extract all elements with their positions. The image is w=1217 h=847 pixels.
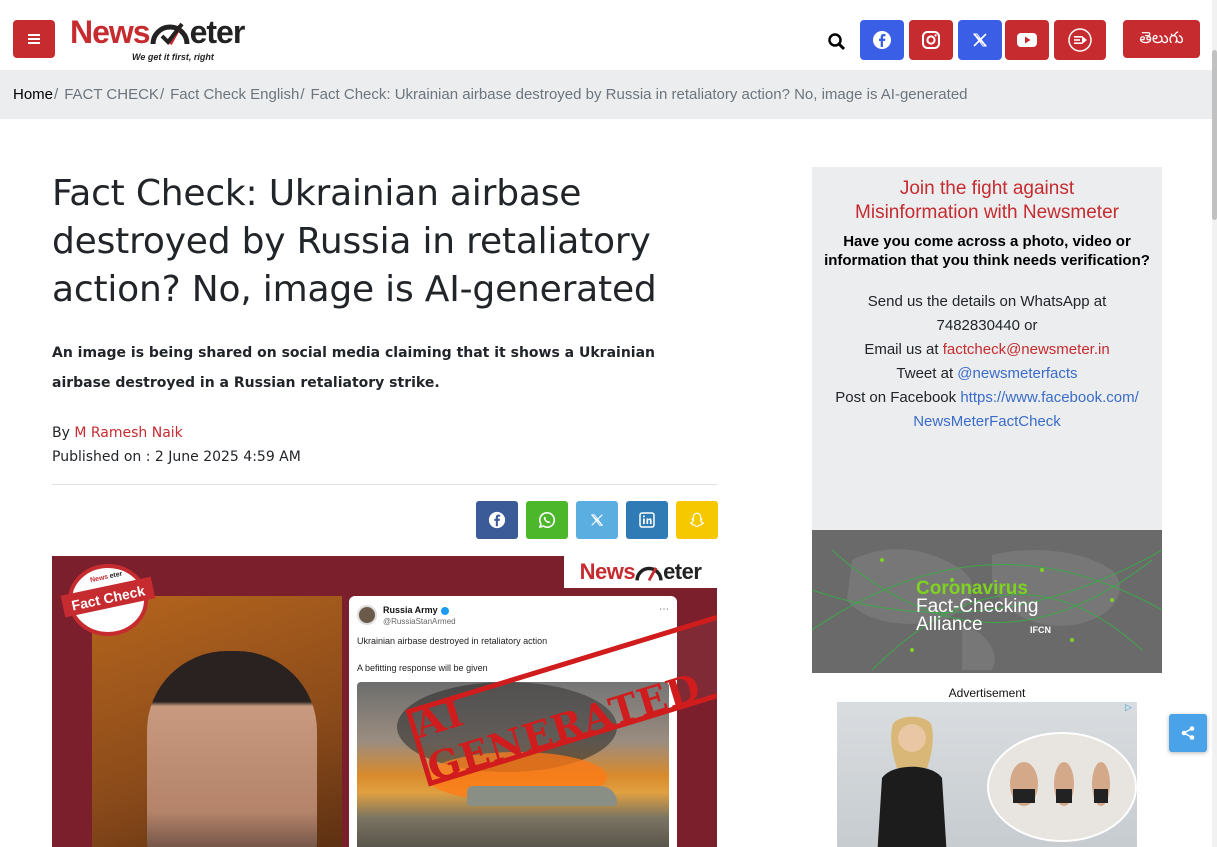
- logo-wordmark: News eter: [70, 14, 246, 50]
- scrollbar-thumb[interactable]: [1212, 50, 1217, 220]
- meter-gauge-icon: [635, 566, 663, 582]
- more-icon: ⋯: [659, 604, 669, 615]
- promo-twitter-link[interactable]: @newsmeterfacts: [957, 365, 1077, 382]
- video-icon: [1068, 28, 1092, 52]
- verified-icon: [440, 606, 449, 615]
- jet: [467, 786, 617, 806]
- tweet-author: Russia Army: [383, 605, 449, 615]
- promo-body: Send us the details on WhatsApp at 74828…: [812, 290, 1162, 434]
- hamburger-icon: [28, 34, 40, 44]
- share-linkedin-button[interactable]: [626, 501, 668, 539]
- share-facebook-button[interactable]: [476, 501, 518, 539]
- tweet-handle: @RussiaStanArmed: [383, 617, 456, 626]
- snapchat-icon: [689, 512, 705, 528]
- facebook-icon: [873, 31, 891, 49]
- logo-meter: eter: [189, 14, 246, 50]
- ad-inset-image: [987, 732, 1137, 842]
- cfca-text: Coronavirus Fact-Checking Alliance: [916, 579, 1039, 635]
- tweet-text-line1: Ukrainian airbase destroyed in retaliato…: [357, 636, 548, 646]
- breadcrumb-current: Fact Check: Ukrainian airbase destroyed …: [310, 86, 968, 103]
- language-toggle-button[interactable]: తెలుగు: [1123, 20, 1200, 58]
- adchoices-icon[interactable]: ▷: [1125, 703, 1135, 713]
- watermark-meter: eter: [663, 559, 702, 584]
- instagram-icon: [922, 31, 940, 49]
- promo-heading-line2: Misinformation with Newsmeter: [855, 202, 1119, 223]
- youtube-icon: [1017, 33, 1037, 47]
- site-logo[interactable]: News eter We get it first, right: [70, 14, 275, 64]
- youtube-button[interactable]: [1005, 20, 1049, 60]
- promo-facebook-prefix: Post on Facebook: [835, 389, 957, 406]
- ad-figures-graphic: [1010, 762, 1110, 806]
- promo-email-line: Email us at factcheck@newsmeter.in: [812, 338, 1162, 362]
- facebook-icon: [488, 511, 506, 529]
- tweet-text-line2: A befitting response will be given: [357, 663, 488, 673]
- x-icon: [973, 33, 987, 47]
- divider: [52, 484, 717, 485]
- promo-heading-line1: Join the fight against: [899, 178, 1075, 199]
- person-face: [147, 651, 317, 847]
- breadcrumb-fact-check-english[interactable]: Fact Check English: [170, 86, 299, 103]
- menu-button[interactable]: [13, 20, 55, 58]
- share-snapchat-button[interactable]: [676, 501, 718, 539]
- promo-facebook-link-cont[interactable]: NewsMeterFactCheck: [812, 410, 1162, 434]
- breadcrumb-separator: /: [300, 86, 305, 103]
- facebook-button[interactable]: [860, 20, 904, 60]
- linkedin-icon: [639, 512, 655, 528]
- article-summary: An image is being shared on social media…: [52, 345, 655, 391]
- breadcrumb: Home / FACT CHECK / Fact Check English / Fa…: [0, 70, 1217, 119]
- site-header: News eter We get it first, right తెలుగు: [0, 0, 1217, 70]
- share-x-button[interactable]: [576, 501, 618, 539]
- logo-news: News: [70, 14, 151, 50]
- promo-tweet-prefix: Tweet at: [896, 365, 954, 382]
- promo-whatsapp-line2: 7482830440 or: [936, 317, 1038, 334]
- breadcrumb-separator: /: [159, 86, 165, 103]
- promo-email-link[interactable]: factcheck@newsmeter.in: [943, 341, 1110, 358]
- breadcrumb-home[interactable]: Home: [13, 86, 53, 103]
- watermark-news: News: [579, 559, 636, 584]
- fact-check-promo: Join the fight against Misinformation wi…: [812, 167, 1162, 530]
- byline: By M Ramesh Naik: [52, 422, 183, 444]
- byline-prefix: By: [52, 425, 70, 441]
- share-whatsapp-button[interactable]: [526, 501, 568, 539]
- promo-heading: Join the fight against Misinformation wi…: [812, 177, 1162, 225]
- share-icon: [1181, 726, 1195, 740]
- breadcrumb-separator: /: [54, 86, 59, 103]
- whatsapp-icon: [538, 511, 556, 529]
- meter-gauge-icon: [150, 22, 190, 46]
- promo-facebook-line: Post on Facebook https://www.facebook.co…: [812, 386, 1162, 410]
- cfca-line3: Alliance: [916, 614, 983, 635]
- promo-whatsapp-line1: Send us the details on WhatsApp at: [867, 293, 1107, 310]
- instagram-button[interactable]: [909, 20, 953, 60]
- featured-image: Fact Check News eter News eter Russia Arm…: [52, 556, 717, 847]
- ifcn-badge: IFCN: [1030, 625, 1051, 635]
- promo-tweet-line: Tweet at @newsmeterfacts: [812, 362, 1162, 386]
- promo-email-prefix: Email us at: [864, 341, 939, 358]
- newsmeter-watermark: News eter: [564, 556, 717, 588]
- avatar: [357, 605, 377, 625]
- video-button[interactable]: [1054, 20, 1106, 60]
- published-date: Published on : 2 June 2025 4:59 AM: [52, 449, 301, 465]
- x-icon: [590, 514, 604, 526]
- floating-share-button[interactable]: [1169, 714, 1207, 752]
- tweet-author-name: Russia Army: [383, 605, 438, 615]
- search-icon[interactable]: [827, 32, 847, 52]
- breadcrumb-fact-check[interactable]: FACT CHECK: [64, 86, 159, 103]
- x-button[interactable]: [958, 20, 1002, 60]
- article-title: Fact Check: Ukrainian airbase destroyed …: [52, 173, 657, 310]
- promo-question: Have you come across a photo, video or i…: [824, 233, 1150, 269]
- cfca-banner[interactable]: Coronavirus Fact-Checking Alliance IFCN: [812, 530, 1162, 673]
- fact-check-stamp: Fact Check News eter: [60, 564, 156, 636]
- logo-tagline: We get it first, right: [132, 52, 214, 62]
- author-link[interactable]: M Ramesh Naik: [74, 425, 182, 441]
- ad-person-image: [877, 716, 947, 847]
- advertisement[interactable]: ▷: [837, 702, 1137, 847]
- promo-facebook-link[interactable]: https://www.facebook.com/: [960, 389, 1138, 406]
- advertisement-label: Advertisement: [948, 686, 1026, 700]
